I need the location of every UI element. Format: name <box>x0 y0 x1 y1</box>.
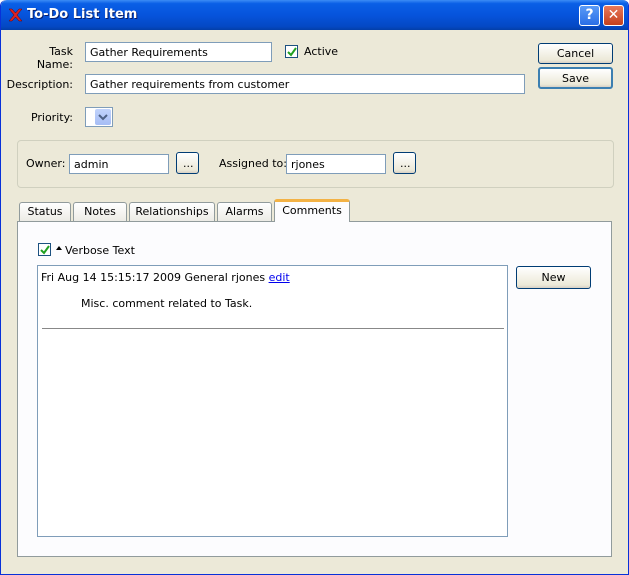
comment-body: Misc. comment related to Task. <box>81 297 253 310</box>
owner-input[interactable] <box>69 154 169 174</box>
mnemonic-caret-icon <box>56 246 62 250</box>
tab-relationships[interactable]: Relationships <box>129 202 215 221</box>
comment-divider <box>42 328 504 329</box>
description-input[interactable] <box>85 74 525 94</box>
comments-list[interactable]: Fri Aug 14 15:15:17 2009 General rjones … <box>37 265 508 537</box>
priority-dropdown-button[interactable] <box>95 109 111 125</box>
verbose-text-label: Verbose Text <box>65 244 135 257</box>
save-button[interactable]: Save <box>538 67 613 89</box>
active-checkbox[interactable] <box>285 45 298 58</box>
cancel-button[interactable]: Cancel <box>538 43 613 64</box>
help-button[interactable]: ? <box>579 5 600 26</box>
owner-lookup-button[interactable]: ... <box>176 152 199 174</box>
question-icon: ? <box>585 7 594 23</box>
verbose-text-checkbox[interactable] <box>38 243 51 256</box>
checkmark-icon <box>287 47 297 57</box>
window-title: To-Do List Item <box>27 7 138 22</box>
comment-meta: Fri Aug 14 15:15:17 2009 General rjones <box>41 271 266 284</box>
chevron-down-icon <box>98 114 108 121</box>
assigned-to-input[interactable] <box>286 154 386 174</box>
tab-notes[interactable]: Notes <box>73 202 127 221</box>
description-label: Description: <box>6 78 73 91</box>
priority-label: Priority: <box>30 111 73 124</box>
owner-label: Owner: <box>26 157 66 170</box>
close-button[interactable]: ✕ <box>603 5 624 26</box>
tab-status[interactable]: Status <box>19 202 71 221</box>
tab-comments[interactable]: Comments <box>274 199 350 222</box>
checkmark-icon <box>40 245 50 255</box>
new-comment-button[interactable]: New <box>516 266 591 289</box>
assigned-to-label: Assigned to: <box>219 157 287 170</box>
close-icon: ✕ <box>607 7 620 23</box>
active-label: Active <box>304 45 339 58</box>
title-bar[interactable]: To-Do List Item ? ✕ <box>1 0 628 30</box>
task-name-label: Task Name: <box>36 45 73 71</box>
comment-edit-link[interactable]: edit <box>269 271 290 284</box>
app-x-icon <box>8 8 23 22</box>
tab-alarms[interactable]: Alarms <box>217 202 272 221</box>
comment-header: Fri Aug 14 15:15:17 2009 General rjones … <box>41 271 290 284</box>
priority-select[interactable] <box>85 107 113 127</box>
task-name-input[interactable] <box>85 42 272 62</box>
assigned-lookup-button[interactable]: ... <box>393 152 416 174</box>
todo-item-window: To-Do List Item ? ✕ Task Name: Active De… <box>0 0 629 575</box>
